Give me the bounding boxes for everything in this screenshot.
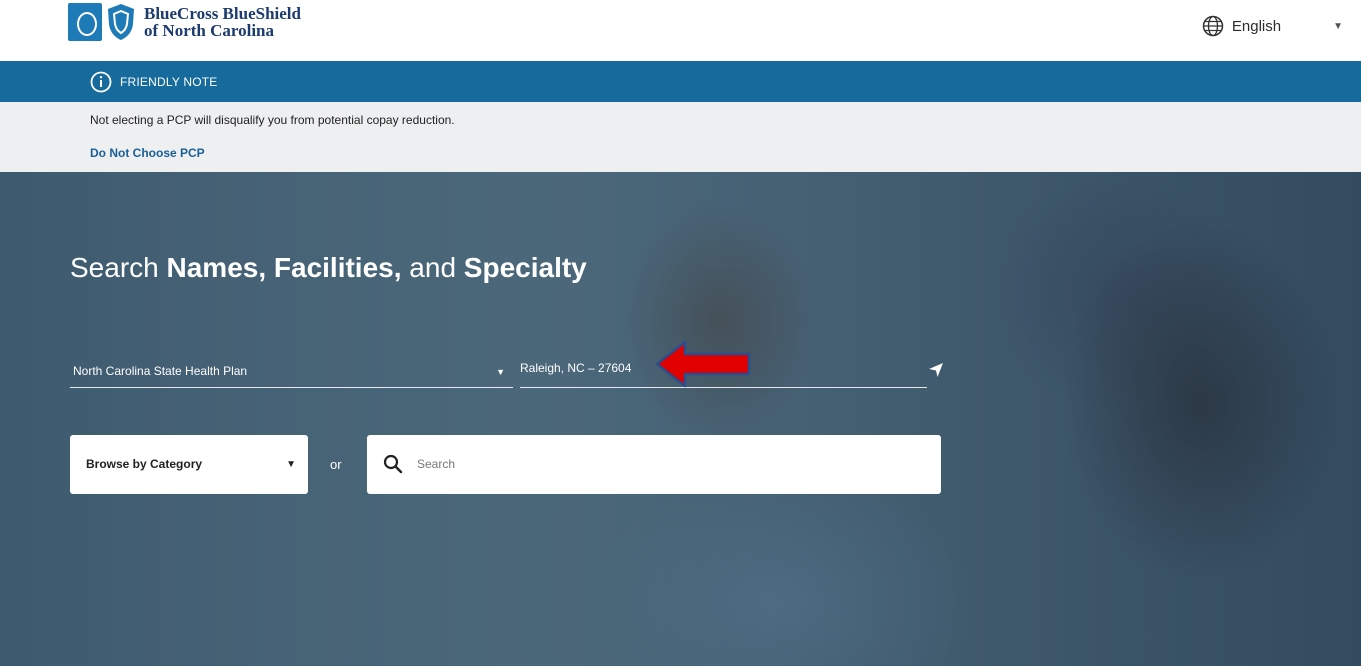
plan-select[interactable]: North Carolina State Health Plan ▼: [70, 348, 513, 388]
chevron-down-icon: ▼: [286, 459, 296, 470]
hero-title-part1: Search: [70, 252, 167, 283]
friendly-note-bar: FRIENDLY NOTE: [0, 61, 1361, 102]
plan-select-value: North Carolina State Health Plan: [73, 364, 248, 378]
globe-icon: [1202, 15, 1224, 37]
current-location-icon[interactable]: [928, 362, 944, 378]
blue-shield-icon: [108, 4, 134, 40]
hero-title: Search Names, Facilities, and Specialty: [70, 252, 587, 284]
language-selector[interactable]: English ▼: [1202, 15, 1343, 37]
hero-section: Search Names, Facilities, and Specialty …: [0, 172, 1361, 666]
browse-by-category-label: Browse by Category: [86, 457, 203, 471]
search-icon: [383, 454, 403, 474]
hero-title-bold1: Names, Facilities,: [166, 252, 402, 283]
chevron-down-icon: ▼: [1333, 20, 1343, 32]
do-not-choose-pcp-link[interactable]: Do Not Choose PCP: [90, 146, 205, 160]
site-header: BlueCross BlueShield of North Carolina E…: [0, 0, 1361, 61]
browse-by-category-dropdown[interactable]: Browse by Category ▼: [70, 435, 308, 494]
brand-name-line1: BlueCross BlueShield: [144, 4, 301, 23]
blue-cross-icon: [68, 3, 102, 41]
search-box[interactable]: [367, 435, 941, 494]
language-label: English: [1231, 17, 1282, 35]
friendly-note-body: Not electing a PCP will disqualify you f…: [0, 102, 1361, 172]
friendly-note-title: FRIENDLY NOTE: [120, 74, 218, 89]
search-input[interactable]: [417, 449, 917, 479]
info-icon: [90, 71, 112, 92]
chevron-down-icon: ▼: [496, 367, 505, 377]
red-arrow-annotation-icon: [655, 340, 751, 388]
brand-name-line2: of North Carolina: [144, 21, 275, 40]
hero-title-bold2: Specialty: [463, 252, 587, 283]
or-separator: or: [330, 457, 342, 472]
bcbs-logo[interactable]: BlueCross BlueShield of North Carolina: [68, 0, 301, 44]
hero-title-part2: and: [401, 252, 464, 283]
friendly-note-message: Not electing a PCP will disqualify you f…: [90, 113, 455, 127]
brand-name: BlueCross BlueShield of North Carolina: [144, 5, 301, 39]
location-value: Raleigh, NC – 27604: [520, 361, 632, 375]
